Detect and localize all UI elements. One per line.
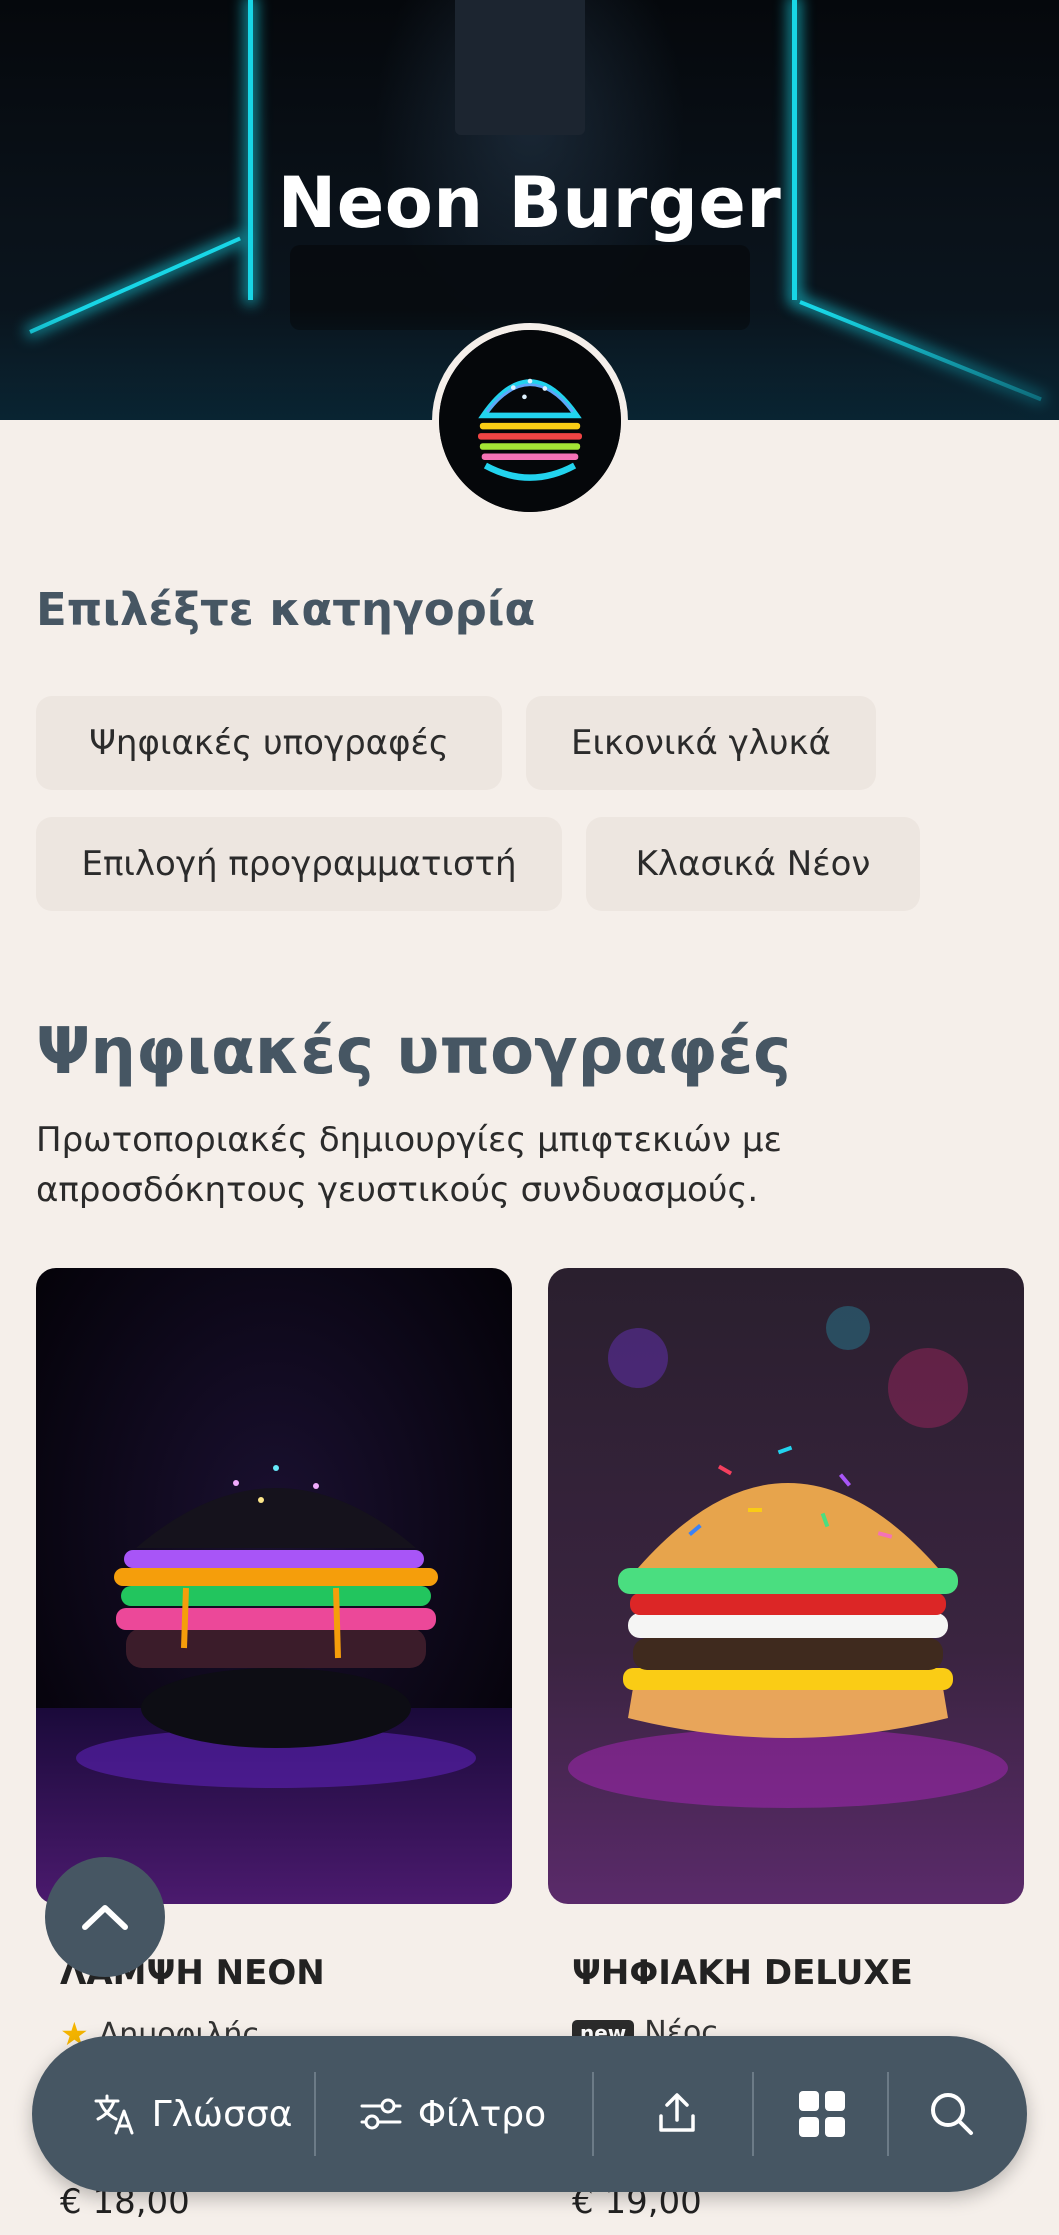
category-heading: Επιλέξτε κατηγορία — [36, 583, 536, 636]
language-label: Γλώσσα — [151, 2093, 293, 2135]
hero-figure — [455, 0, 585, 135]
chevron-up-icon — [82, 1905, 128, 1930]
section-title: Ψηφιακές υπογραφές — [36, 1015, 792, 1089]
share-button[interactable] — [602, 2036, 752, 2192]
grid-view-button[interactable] — [758, 2036, 886, 2192]
bottom-navigation-bar: Γλώσσα Φίλτρο — [32, 2036, 1027, 2192]
product-image-neon-glow[interactable] — [36, 1268, 512, 1904]
category-chip-virtual-sweets[interactable]: Εικονικά γλυκά — [526, 696, 876, 790]
scroll-to-top-button[interactable] — [45, 1857, 165, 1977]
filter-label: Φίλτρο — [417, 2093, 547, 2135]
page: Neon Burger Επιλέξτε κατηγορία Ψηφιακές … — [0, 0, 1059, 2235]
language-button[interactable]: Γλώσσα — [72, 2036, 312, 2192]
section-description: Πρωτοποριακές δημιουργίες μπιφτεκιών με … — [36, 1115, 936, 1215]
grid-icon — [799, 2091, 845, 2137]
search-icon — [930, 2093, 973, 2135]
filter-button[interactable]: Φίλτρο — [322, 2036, 582, 2192]
product-image-digital-deluxe[interactable] — [548, 1268, 1024, 1904]
section-description-line-2: απροσδόκητους γευστικούς συνδυασμούς. — [36, 1170, 759, 1210]
divider — [314, 2072, 316, 2156]
product-name[interactable]: ΨΗΦΙΑΚΗ DELUXE — [572, 1953, 913, 1993]
category-chip-programmer-choice[interactable]: Επιλογή προγραμματιστή — [36, 817, 562, 911]
category-chip-digital-signatures[interactable]: Ψηφιακές υπογραφές — [36, 696, 502, 790]
section-description-line-1: Πρωτοποριακές δημιουργίες μπιφτεκιών με — [36, 1120, 782, 1160]
restaurant-name: Neon Burger — [277, 162, 782, 244]
divider — [887, 2072, 889, 2156]
share-icon — [659, 2093, 695, 2132]
restaurant-logo — [432, 323, 628, 519]
search-button[interactable] — [894, 2036, 1009, 2192]
divider — [752, 2072, 754, 2156]
category-chip-classic-neon[interactable]: Κλασικά Νέον — [586, 817, 920, 911]
translate-icon — [94, 2094, 134, 2135]
divider — [592, 2072, 594, 2156]
filter-sliders-icon — [360, 2098, 402, 2130]
